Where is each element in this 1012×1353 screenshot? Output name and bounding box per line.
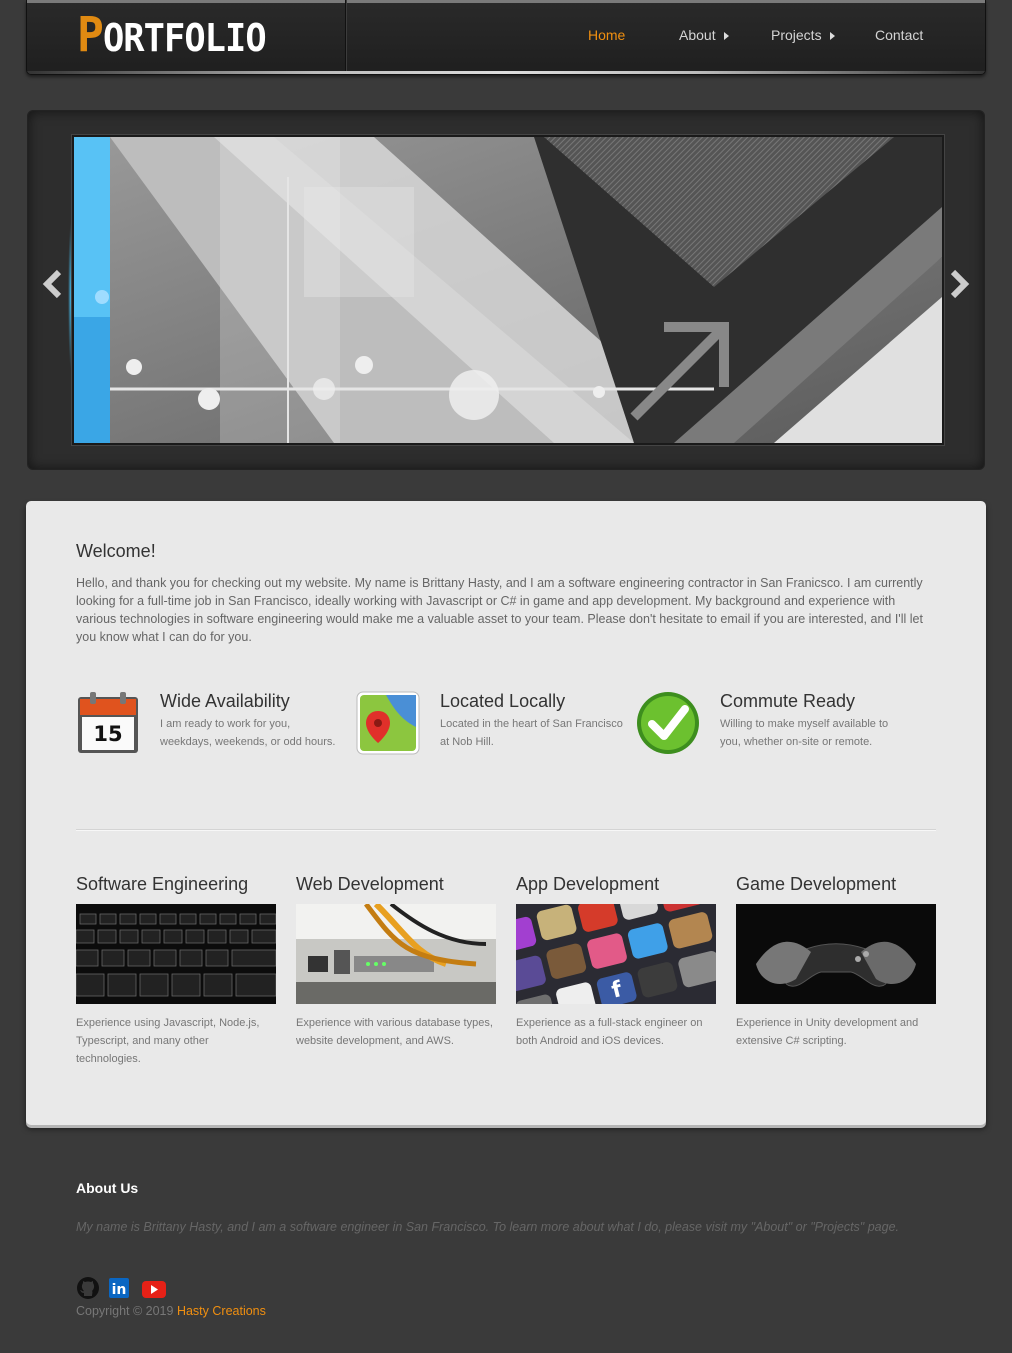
feature-text: Willing to make myself available to you,… xyxy=(720,718,889,748)
copyright-text: Copyright © 2019 xyxy=(76,1304,174,1318)
caret-right-icon xyxy=(829,32,835,41)
linkedin-icon: in xyxy=(109,1278,129,1298)
footer-title: About Us xyxy=(76,1180,139,1196)
phone-apps-image[interactable]: f xyxy=(516,904,716,1004)
chevron-left-icon xyxy=(42,269,62,299)
slider-prev-button[interactable] xyxy=(40,269,66,299)
checkmark-icon xyxy=(637,692,699,754)
nav-projects-label: Projects xyxy=(771,27,822,43)
feature-location: Located Locally Located in the heart of … xyxy=(356,691,623,761)
service-game-development: Game Development Experience in Unity dev… xyxy=(736,874,936,1050)
caret-right-icon xyxy=(723,32,729,41)
calendar-day-number: 15 xyxy=(93,722,122,746)
feature-text: Located in the heart of San Francisco at… xyxy=(440,718,623,748)
network-router-image[interactable] xyxy=(296,904,496,1004)
nav-home[interactable]: Home xyxy=(588,27,625,43)
youtube-icon xyxy=(142,1281,166,1298)
section-divider xyxy=(76,829,936,830)
controller-graphic xyxy=(736,904,936,1004)
keyboard-graphic xyxy=(76,904,276,1004)
map-pin-icon xyxy=(356,691,420,755)
service-title[interactable]: Web Development xyxy=(296,874,496,904)
image-slider xyxy=(27,110,985,470)
feature-title: Commute Ready xyxy=(720,691,856,711)
welcome-title: Welcome! xyxy=(76,541,156,561)
calendar-icon: 15 xyxy=(78,692,138,753)
service-web-development: Web Development Experience with various … xyxy=(296,874,496,1050)
slide-image xyxy=(72,135,944,445)
logo-initial: P xyxy=(77,7,104,63)
nav-about-label: About xyxy=(679,27,716,43)
nav-projects[interactable]: Projects xyxy=(771,27,835,43)
service-software-engineering: Software Engineering Experience using Ja… xyxy=(76,874,276,1068)
phone-apps-graphic: f xyxy=(516,904,716,1004)
logo-text: ORTFOLIO xyxy=(102,16,267,60)
main-content: Welcome! Hello, and thank you for checki… xyxy=(26,501,986,1125)
copyright-brand-link[interactable]: Hasty Creations xyxy=(177,1304,266,1318)
github-icon xyxy=(77,1277,99,1299)
welcome-text: Hello, and thank you for checking out my… xyxy=(76,576,923,644)
nav-contact-label: Contact xyxy=(875,27,924,43)
abstract-geometric-graphic xyxy=(74,137,942,443)
game-controller-image[interactable] xyxy=(736,904,936,1004)
nav-contact[interactable]: Contact xyxy=(875,27,923,43)
feature-title: Located Locally xyxy=(440,691,566,711)
site-header: PORTFOLIO Home About Projects Contact xyxy=(26,0,986,75)
service-text: Experience in Unity development and exte… xyxy=(736,1017,919,1047)
linkedin-link[interactable]: in xyxy=(107,1276,131,1300)
router-graphic xyxy=(296,904,496,1004)
service-text: Experience with various database types, … xyxy=(296,1017,493,1047)
feature-commute: Commute Ready Willing to make myself ava… xyxy=(636,691,896,761)
feature-title: Wide Availability xyxy=(160,691,290,711)
service-app-development: App Development f Experience as a full-s… xyxy=(516,874,716,1050)
linkedin-letters: in xyxy=(112,1282,127,1298)
service-text: Experience using Javascript, Node.js, Ty… xyxy=(76,1017,260,1065)
footer-text: My name is Brittany Hasty, and I am a so… xyxy=(76,1220,899,1234)
service-title[interactable]: Game Development xyxy=(736,874,936,904)
logo-container: PORTFOLIO xyxy=(27,0,346,71)
github-link[interactable] xyxy=(76,1276,100,1300)
nav-home-label: Home xyxy=(588,27,626,43)
nav-about[interactable]: About xyxy=(679,27,729,43)
copyright: Copyright © 2019 Hasty Creations xyxy=(76,1304,266,1318)
keyboard-image[interactable] xyxy=(76,904,276,1004)
chevron-right-icon xyxy=(950,269,970,299)
service-title[interactable]: App Development xyxy=(516,874,716,904)
service-title[interactable]: Software Engineering xyxy=(76,874,276,904)
service-text: Experience as a full-stack engineer on b… xyxy=(516,1017,703,1047)
feature-text: I am ready to work for you, weekdays, we… xyxy=(160,718,336,748)
site-logo[interactable]: PORTFOLIO xyxy=(77,11,267,60)
youtube-link[interactable] xyxy=(141,1276,166,1300)
slider-next-button[interactable] xyxy=(946,269,972,299)
feature-availability: 15 Wide Availability I am ready to work … xyxy=(76,691,336,761)
